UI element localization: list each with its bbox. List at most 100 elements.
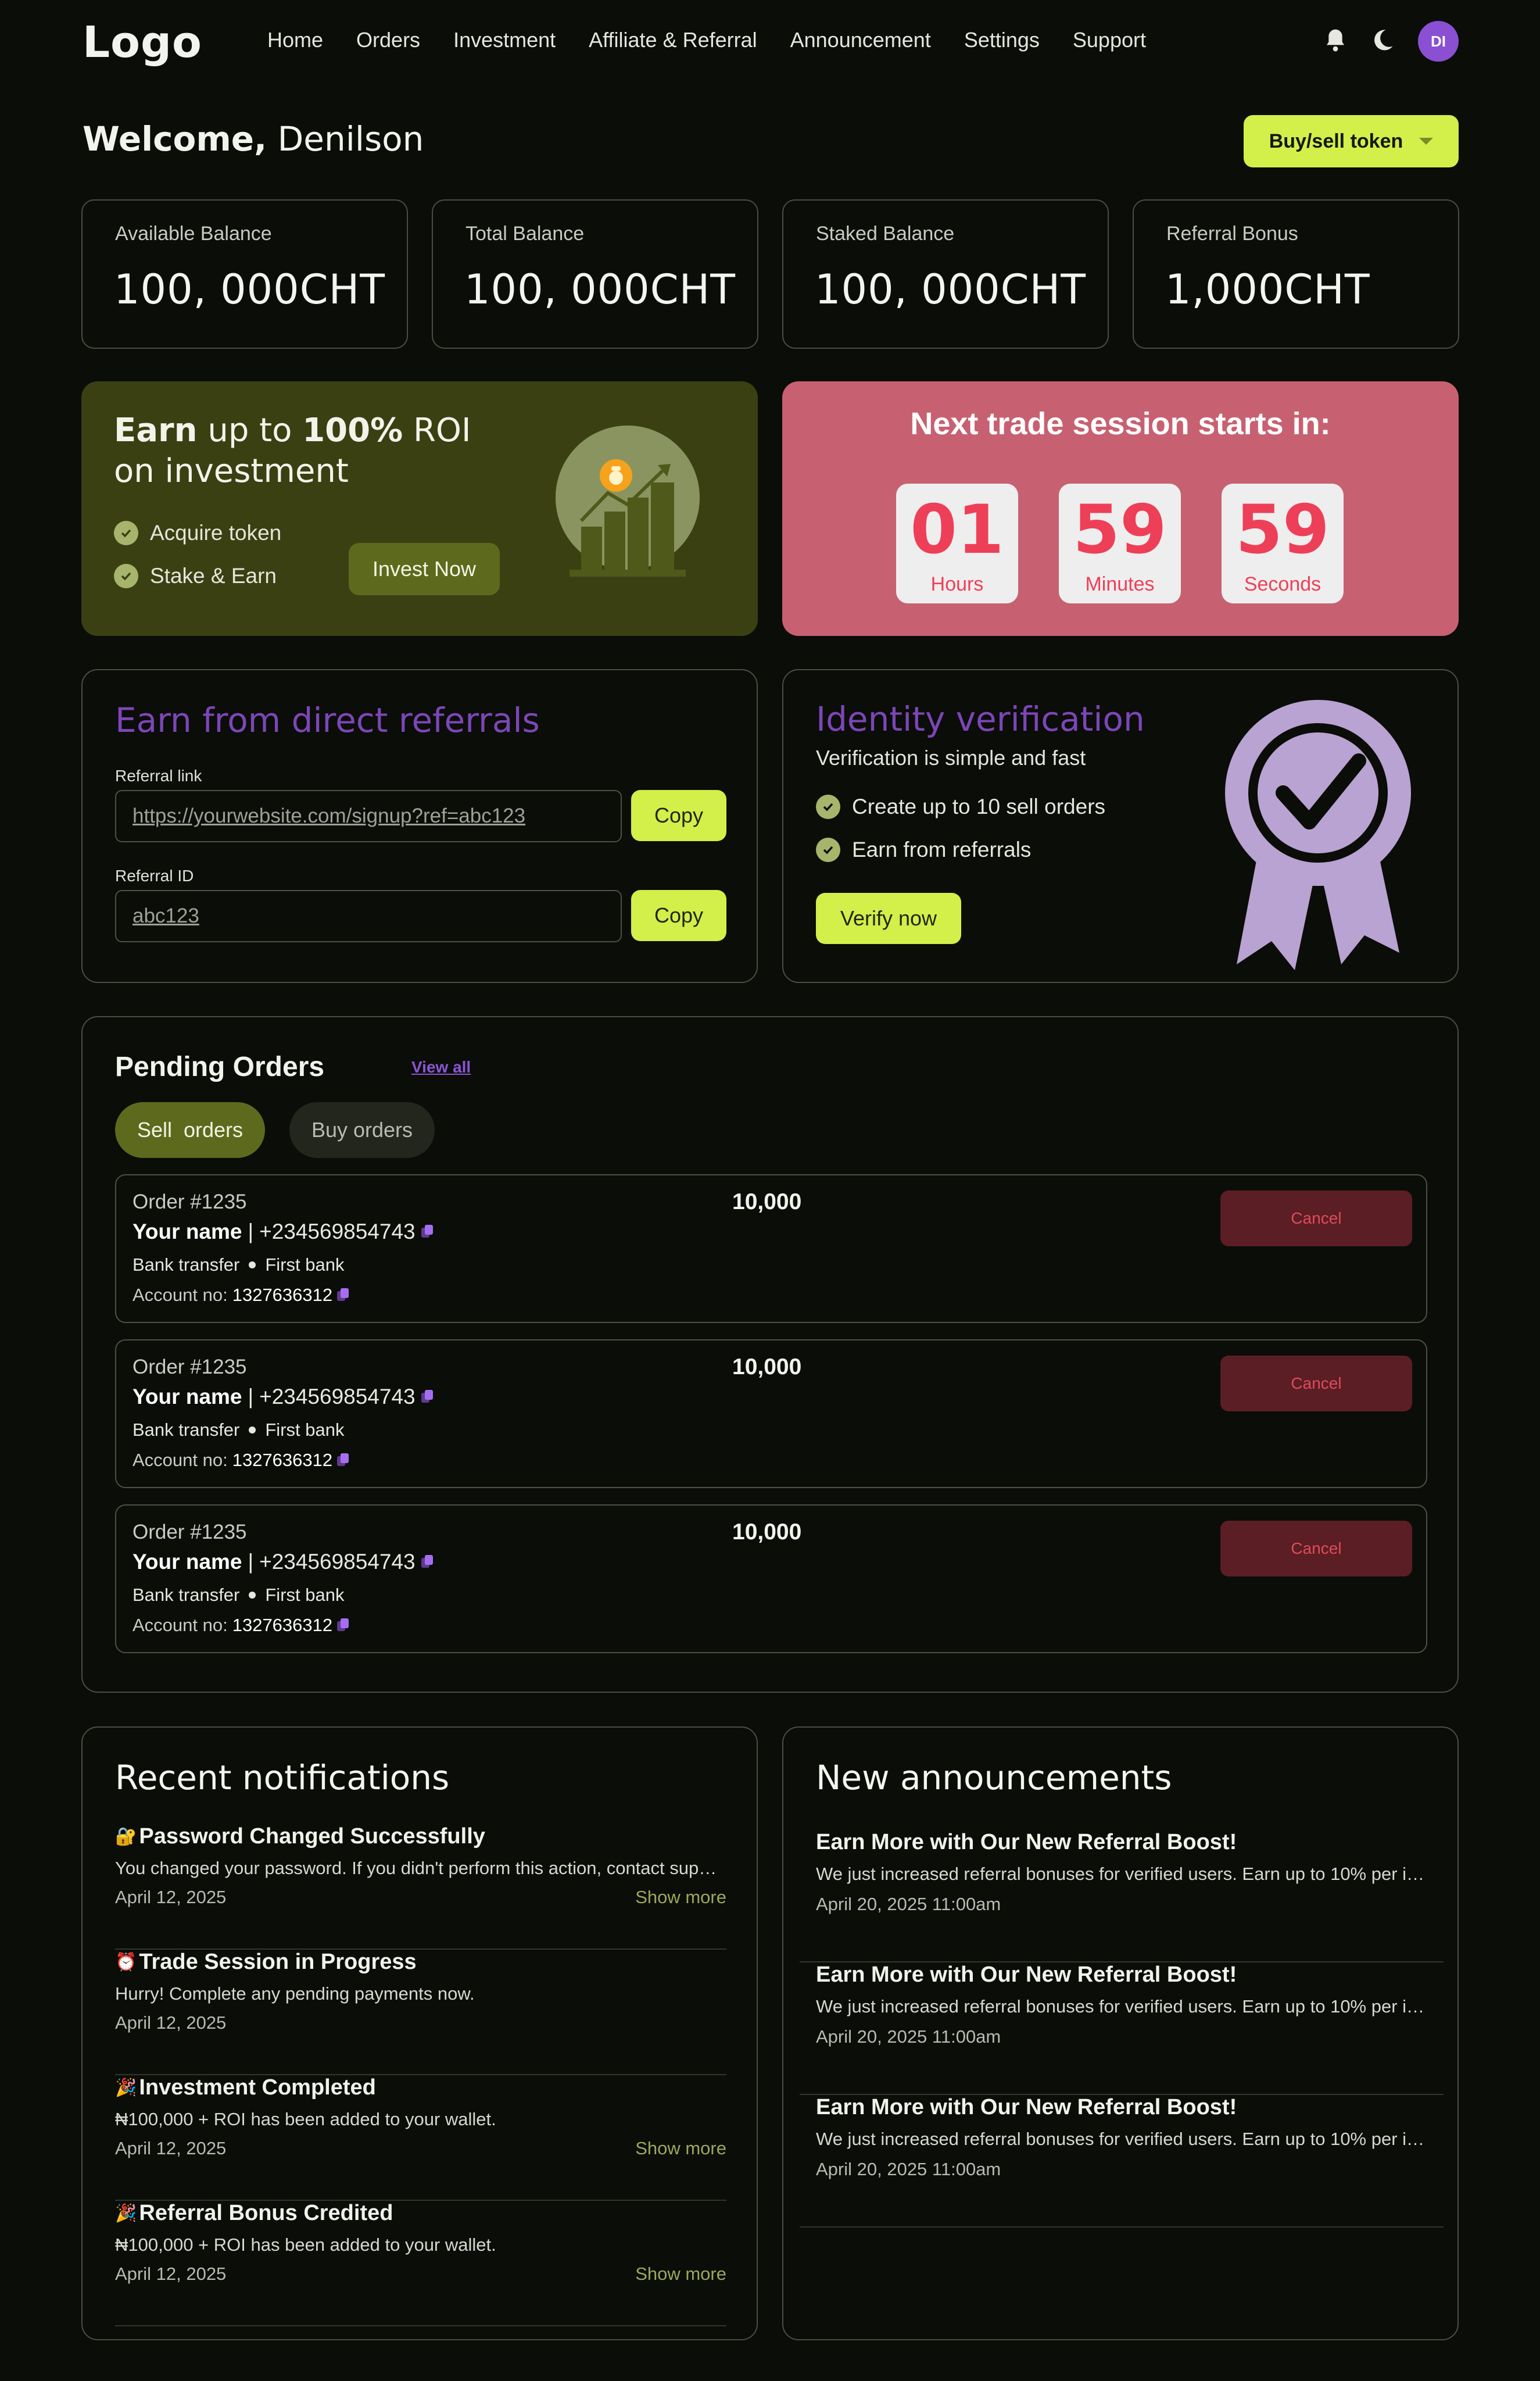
- account-label: Account no:: [132, 1615, 228, 1635]
- separator: |: [248, 1220, 254, 1243]
- identity-title: Identity verification: [816, 699, 1145, 739]
- view-all-link[interactable]: View all: [411, 1058, 471, 1077]
- balance-value: 1,000CHT: [1165, 266, 1370, 313]
- balance-label: Referral Bonus: [1166, 223, 1298, 245]
- copy-referral-id-button[interactable]: Copy: [631, 890, 726, 941]
- order-row: Order #1235 Your name | +234569854743 Bank…: [115, 1504, 1427, 1653]
- announcement-item[interactable]: Earn More with Our New Referral Boost! W…: [800, 2095, 1444, 2228]
- bell-icon[interactable]: [1324, 27, 1347, 56]
- notification-item[interactable]: 🎉 Investment Completed ₦100,000 + ROI has…: [115, 2075, 726, 2201]
- identity-point-label: Earn from referrals: [852, 838, 1032, 861]
- award-badge-icon: [1225, 700, 1411, 970]
- notification-item[interactable]: 🎉 Referral Bonus Credited ₦100,000 + ROI …: [115, 2201, 726, 2326]
- logo[interactable]: Logo: [83, 17, 202, 67]
- order-phone: +234569854743: [259, 1385, 416, 1408]
- countdown-unit: Hours: [930, 573, 984, 595]
- show-more-link[interactable]: Show more: [635, 2138, 726, 2159]
- notification-date: April 12, 2025: [115, 2264, 227, 2284]
- separator: |: [248, 1385, 254, 1408]
- referral-id-field[interactable]: abc123: [115, 890, 622, 942]
- notification-date: April 12, 2025: [115, 1887, 227, 1907]
- earn-roi-title: Earn up to 100% ROI on investment: [114, 410, 521, 492]
- nav-support[interactable]: Support: [1073, 28, 1146, 52]
- cancel-order-button[interactable]: Cancel: [1220, 1521, 1412, 1576]
- show-more-link[interactable]: Show more: [635, 1887, 726, 1908]
- moon-icon[interactable]: [1370, 28, 1395, 55]
- balance-value: 100, 000CHT: [815, 266, 1086, 313]
- check-circle-icon: [114, 521, 138, 545]
- notification-date: April 12, 2025: [115, 2012, 227, 2033]
- tab-buy-orders[interactable]: Buy orders: [289, 1102, 435, 1158]
- alarm-clock-icon: ⏰: [115, 1953, 137, 1972]
- order-bank: First bank: [265, 1420, 345, 1440]
- announcement-item[interactable]: Earn More with Our New Referral Boost! W…: [800, 1830, 1444, 1962]
- copy-icon[interactable]: [337, 1288, 350, 1302]
- countdown-unit: Minutes: [1085, 573, 1155, 595]
- order-account: Account no: 1327636312: [132, 1615, 350, 1636]
- show-more-link[interactable]: Show more: [635, 2264, 726, 2285]
- main-nav: Home Orders Investment Affiliate & Refer…: [267, 28, 1146, 52]
- announcement-body: We just increased referral bonuses for v…: [816, 1864, 1427, 1884]
- notification-body: You changed your password. If you didn't…: [115, 1858, 726, 1878]
- verify-now-button[interactable]: Verify now: [816, 893, 961, 944]
- new-announcements-card: New announcements Earn More with Our New…: [782, 1726, 1459, 2340]
- copy-icon[interactable]: [421, 1225, 434, 1239]
- nav-affiliate-referral[interactable]: Affiliate & Referral: [589, 28, 757, 52]
- balance-value: 100, 000CHT: [464, 266, 736, 313]
- countdown-value: 01: [910, 491, 1004, 569]
- check-circle-icon: [816, 795, 840, 819]
- nav-orders[interactable]: Orders: [356, 28, 420, 52]
- nav-investment[interactable]: Investment: [453, 28, 556, 52]
- notification-title: 🔐 Password Changed Successfully: [115, 1824, 485, 1849]
- nav-home[interactable]: Home: [267, 28, 323, 52]
- buy-sell-token-button[interactable]: Buy/sell token: [1244, 115, 1459, 167]
- notification-title: ⏰ Trade Session in Progress: [115, 1950, 417, 1975]
- invest-now-button[interactable]: Invest Now: [349, 543, 500, 595]
- countdown-minutes: 59 Minutes: [1059, 484, 1181, 603]
- notification-date: April 12, 2025: [115, 2138, 227, 2158]
- avatar[interactable]: DI: [1418, 21, 1459, 62]
- notification-title-text: Password Changed Successfully: [139, 1824, 485, 1849]
- announcement-date: April 20, 2025 11:00am: [816, 2026, 1001, 2047]
- notification-title: 🎉 Investment Completed: [115, 2075, 376, 2100]
- earn-point: Stake & Earn: [114, 564, 277, 588]
- nav-announcement[interactable]: Announcement: [790, 28, 931, 52]
- copy-referral-link-button[interactable]: Copy: [631, 790, 726, 841]
- notification-item[interactable]: 🔐 Password Changed Successfully You chang…: [115, 1824, 726, 1950]
- identity-point: Create up to 10 sell orders: [816, 795, 1105, 819]
- bullet: [249, 1592, 256, 1599]
- notification-item[interactable]: ⏰ Trade Session in Progress Hurry! Comple…: [115, 1950, 726, 2075]
- order-method: Bank transfer: [132, 1254, 240, 1275]
- copy-icon[interactable]: [337, 1453, 350, 1467]
- referral-card: Earn from direct referrals Referral link…: [81, 669, 758, 983]
- announcement-date: April 20, 2025 11:00am: [816, 2159, 1001, 2179]
- order-contact: Your name | +234569854743: [132, 1220, 434, 1244]
- notification-title-text: Referral Bonus Credited: [139, 2201, 393, 2225]
- cancel-order-button[interactable]: Cancel: [1220, 1356, 1412, 1411]
- order-phone: +234569854743: [259, 1220, 416, 1243]
- buy-sell-token-label: Buy/sell token: [1269, 130, 1403, 152]
- order-name: Your name: [132, 1220, 242, 1243]
- announcement-title: Earn More with Our New Referral Boost!: [816, 2095, 1237, 2119]
- lock-key-icon: 🔐: [115, 1827, 137, 1846]
- copy-icon[interactable]: [337, 1618, 350, 1632]
- referral-link-field[interactable]: https://yourwebsite.com/signup?ref=abc12…: [115, 790, 622, 842]
- countdown-unit: Seconds: [1244, 573, 1321, 595]
- earn-title-part: Earn: [114, 412, 198, 449]
- order-amount: 10,000: [732, 1354, 802, 1379]
- notification-body: ₦100,000 + ROI has been added to your wa…: [115, 2235, 496, 2255]
- order-amount: 10,000: [732, 1189, 802, 1214]
- cancel-order-button[interactable]: Cancel: [1220, 1190, 1412, 1246]
- order-name: Your name: [132, 1385, 242, 1408]
- copy-icon[interactable]: [421, 1390, 434, 1404]
- bullet: [249, 1427, 256, 1433]
- nav-settings[interactable]: Settings: [964, 28, 1040, 52]
- separator: |: [248, 1550, 254, 1574]
- order-row: Order #1235 Your name | +234569854743 Bank…: [115, 1339, 1427, 1488]
- copy-icon[interactable]: [421, 1555, 434, 1569]
- balance-label: Available Balance: [115, 223, 272, 245]
- tab-sell-orders[interactable]: Sell orders: [115, 1102, 265, 1158]
- announcement-item[interactable]: Earn More with Our New Referral Boost! W…: [800, 1962, 1444, 2095]
- announcements-title: New announcements: [816, 1758, 1172, 1797]
- bullet: [249, 1261, 256, 1268]
